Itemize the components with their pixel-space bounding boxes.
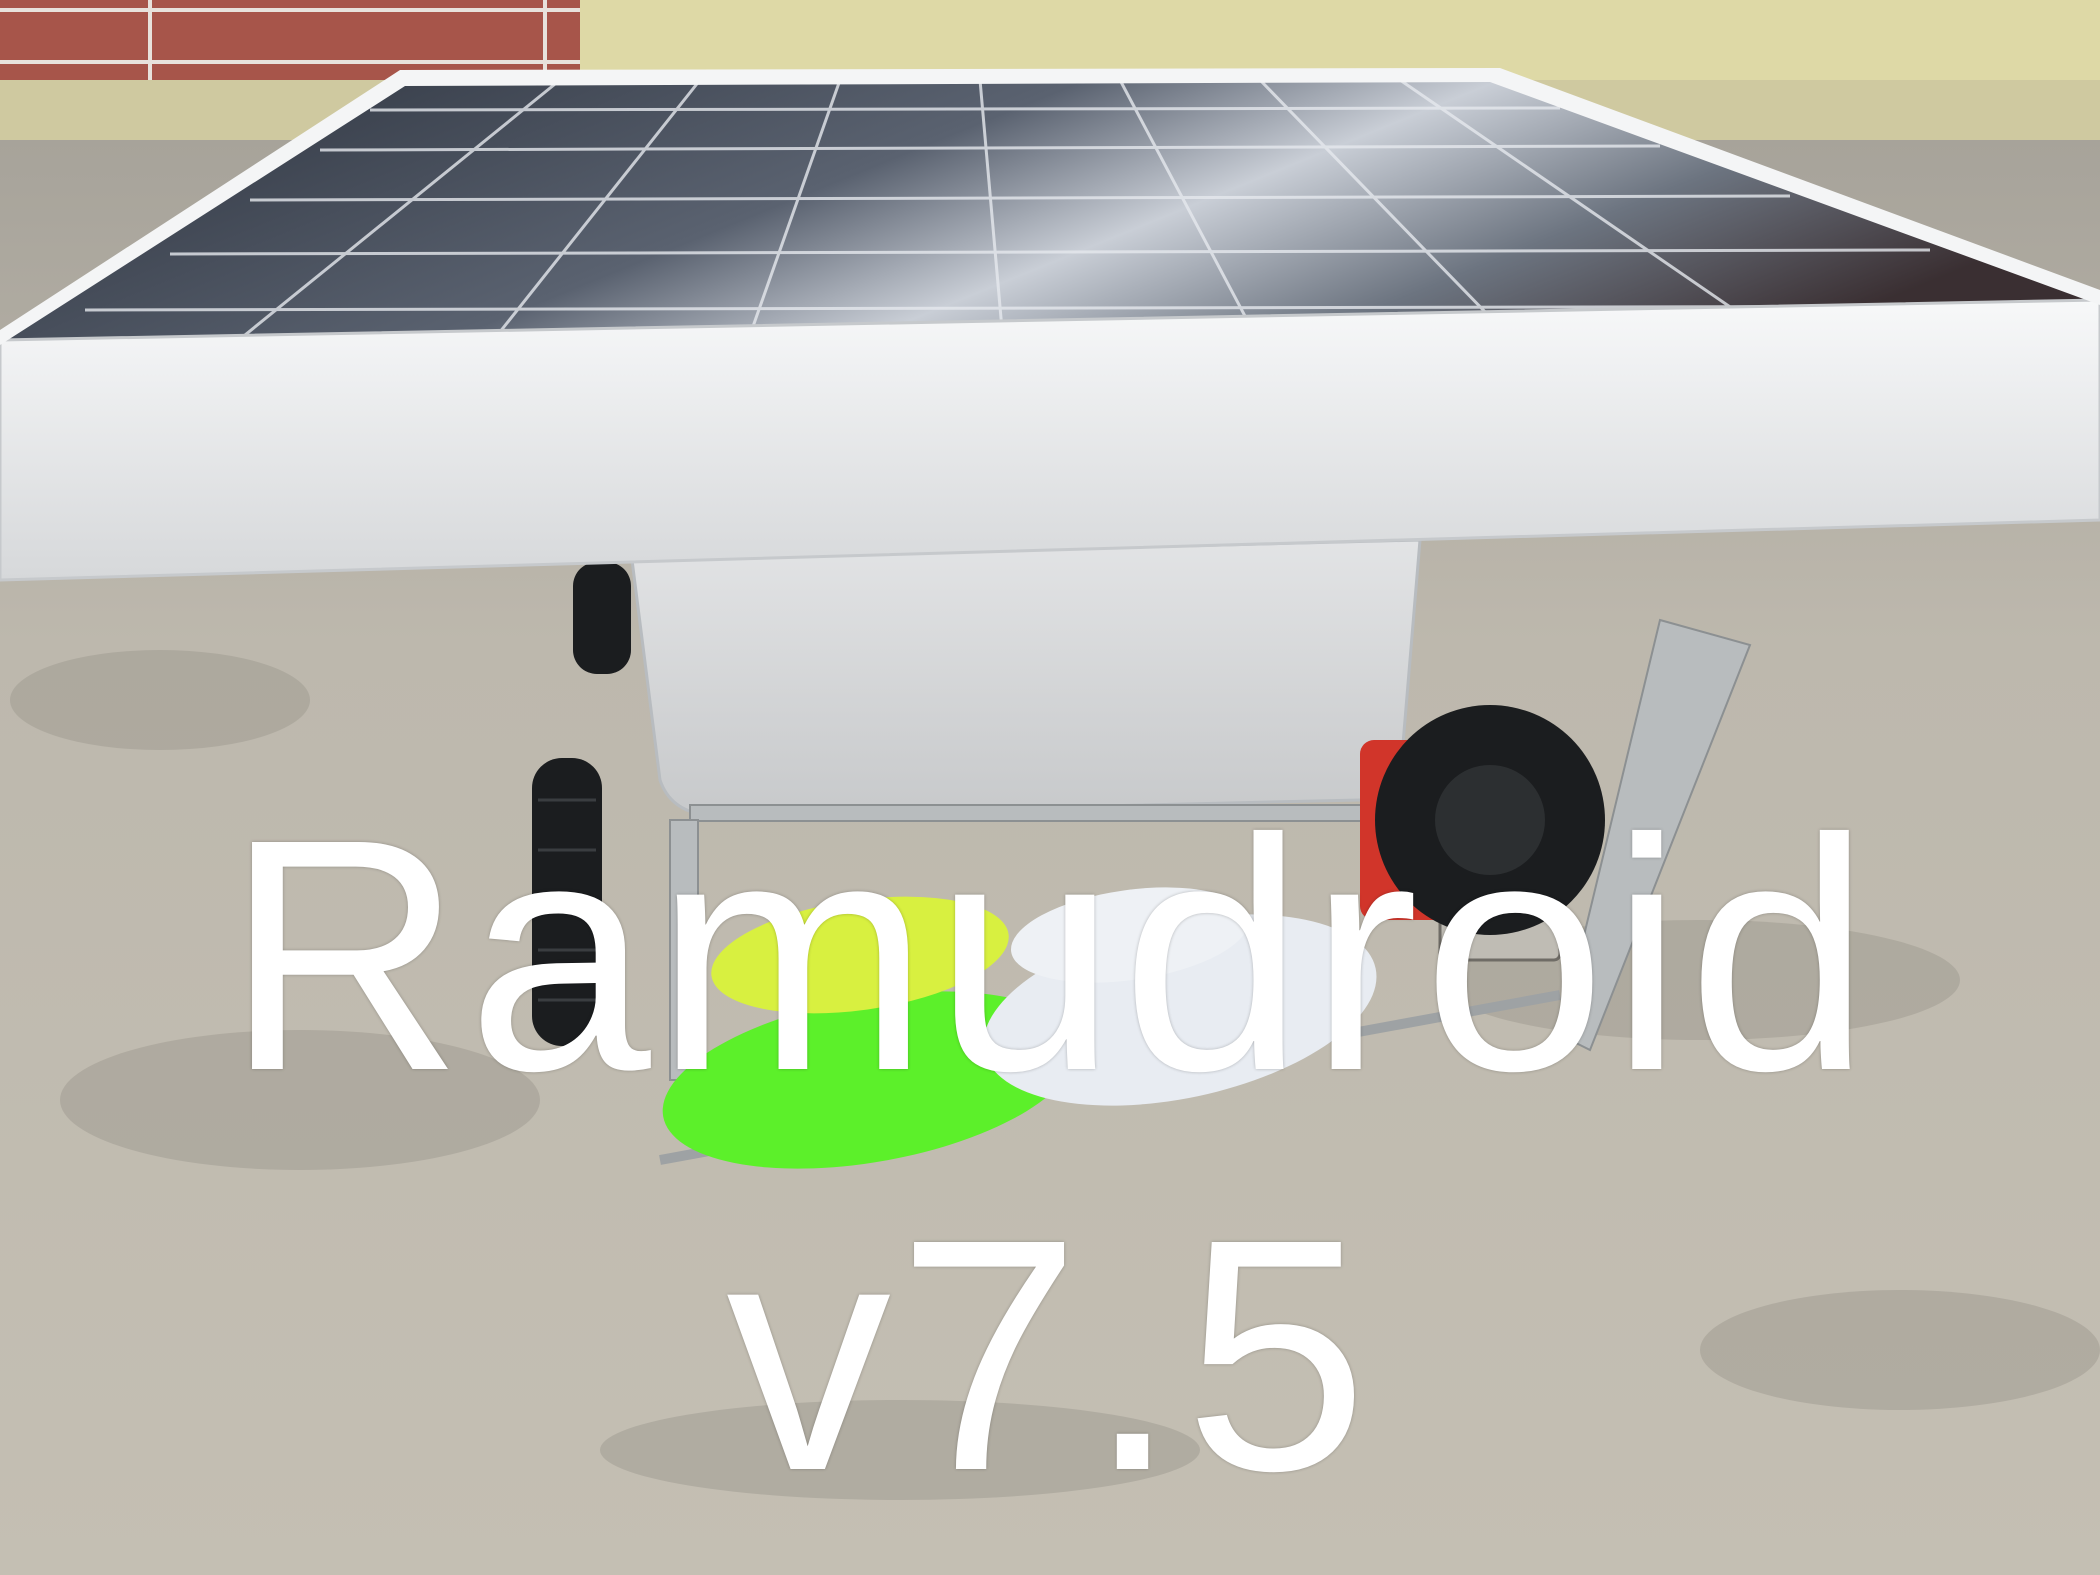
caption-title: Ramudroid (224, 770, 1876, 1139)
photo-scene: Ramudroid v7.5 (0, 0, 2100, 1575)
caption-version: v7.5 (726, 1170, 1374, 1539)
rear-left-wheel (573, 562, 631, 674)
